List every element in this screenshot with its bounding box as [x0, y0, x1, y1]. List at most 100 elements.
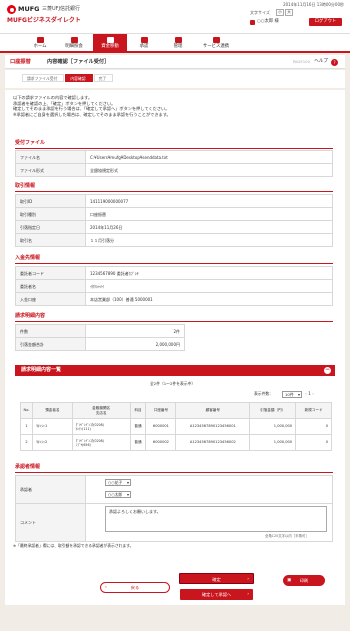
logo-text: MUFG [18, 5, 40, 13]
row-label: ファイル名 [15, 150, 86, 164]
nav-label: サービス連携 [202, 44, 230, 49]
section-title-receipt: 受付ファイル [15, 140, 46, 146]
approver-select-2[interactable]: ○○太郎 [105, 491, 131, 498]
section-title-trade: 取引情報 [15, 183, 36, 189]
row-label: 取引ID [15, 194, 86, 208]
row-label: 引落指定日 [15, 220, 86, 234]
row-label: 委託者コード [15, 266, 86, 280]
cell-code: 0 [295, 418, 332, 435]
divider [15, 148, 333, 149]
confirm-approve-button[interactable]: 確定して承認へ › [180, 589, 253, 600]
col-header: 顧客番号 [175, 402, 251, 419]
font-large-button[interactable]: 大 [285, 9, 293, 16]
service-name: MUFGビジネスダイレクト [7, 17, 81, 24]
approver-note: ※「最終承認者」欄には、取引額を承認できる承認者が表示されます。 [13, 543, 134, 548]
collapse-icon[interactable]: − [324, 367, 331, 374]
nav-label: 明細照会 [65, 44, 83, 49]
step-3: 完了 [93, 74, 114, 82]
row-value: 141119000000077 [85, 194, 333, 208]
back-button[interactable]: ‹ 戻る [100, 582, 170, 593]
font-small-button[interactable]: 小 [276, 9, 284, 16]
intro-line: ※承認者にご自身を選択した場合は、確定してそのまま承認を行うことができます。 [13, 111, 171, 117]
confirm-button[interactable]: 確定 › [179, 573, 254, 584]
bank-name: 三菱UFJ信託銀行 [42, 6, 81, 12]
cell-name: ﾖｷﾝｼｬ1 [31, 418, 73, 435]
step-1: 請求ファイル受付 [22, 74, 65, 82]
nav-service-link[interactable]: サービス連携 [196, 34, 236, 52]
approver-select-1[interactable]: ○○花子 [105, 479, 131, 486]
print-button[interactable]: ▣ 印刷 [283, 575, 325, 586]
footer [0, 608, 350, 631]
list-header: 請求明細内容一覧 − [15, 365, 335, 376]
intro-text: 以下の請求ファイルの内容で確認します。 承認者を確認の上、「確定」ボタンを押して… [13, 95, 333, 117]
col-header: No. [20, 402, 33, 419]
row-value: 1234567890 委託者ｶﾌﾞｼｷ [85, 266, 333, 280]
row-label: 件数 [15, 324, 86, 338]
document-icon [70, 37, 78, 43]
row-label: 取引名 [15, 233, 86, 247]
summary-table: 件数 2件 引落金額合計 2,000,000円 [15, 324, 185, 351]
nav-admin[interactable]: 管理 [162, 34, 194, 52]
row-value: 全銀協規定形式 [85, 163, 333, 177]
gear-icon [174, 37, 182, 43]
printer-icon: ▣ [287, 578, 292, 583]
col-header: 口座番号 [145, 402, 177, 419]
per-page-label: 表示件数： [254, 391, 273, 396]
cell-no: 1 [20, 418, 33, 435]
row-label: 取引種別 [15, 207, 86, 221]
yen-icon [106, 37, 114, 43]
nav-approval[interactable]: 承認 [128, 34, 160, 52]
page-category: 口座振替 [10, 59, 31, 65]
step-indicator: 請求ファイル受付 内容確認 完了 [22, 74, 114, 82]
nav-home[interactable]: ホーム [24, 34, 56, 52]
nav-label: 承認 [139, 44, 149, 49]
stamp-icon [140, 37, 148, 43]
nav-label: 資金移動 [101, 44, 119, 49]
back-label: 戻る [130, 585, 140, 590]
row-value: C:¥Users¥mufg¥Desktop¥senddata.txt [85, 150, 333, 164]
help-link[interactable]: ヘルプ [314, 59, 328, 65]
col-header: 預金者名 [31, 402, 73, 419]
current-page: 1 [308, 391, 311, 396]
cell-code: 0 [295, 434, 332, 451]
nav-transfer[interactable]: 資金移動 [93, 34, 127, 52]
prev-page-button[interactable]: ‹ [305, 392, 307, 397]
divider [15, 191, 333, 192]
next-page-button[interactable]: › [312, 392, 314, 397]
row-label: 引落金額合計 [15, 337, 86, 351]
header: MUFG 三菱UFJ信託銀行 MUFGビジネスダイレクト 2014年11月16日… [0, 0, 350, 33]
page-code: PAGE100 [292, 59, 310, 64]
divider [15, 472, 333, 473]
per-page-select[interactable]: 10件 [282, 391, 302, 398]
detail-table: No. 預金者名 金融機関名 支店名 科目 口座番号 顧客番号 引落金額（円） … [20, 402, 332, 451]
nav-statements[interactable]: 明細照会 [58, 34, 90, 52]
row-value: ｲﾀｸｼｬﾒｲ [85, 279, 333, 293]
col-header: 新規コード [295, 402, 332, 419]
col-header: 科目 [129, 402, 147, 419]
cell-no: 2 [20, 434, 33, 451]
row-value: １１月引落分 [85, 233, 333, 247]
divider [15, 321, 333, 322]
cell-type: 普通 [129, 418, 147, 435]
page-title: 内容確認［ファイル受付］ [47, 59, 110, 65]
row-value: 口座振替 [85, 207, 333, 221]
cell-bank: ｸﾞﾂﾍﾟﾝｷﾞﾝｺｳ(0208) ｼﾌﾞﾔ(656) [71, 434, 131, 451]
confirm-label: 確定 [212, 577, 221, 582]
logout-button[interactable]: ログアウト [309, 18, 342, 26]
col-header: 金融機関名 支店名 [71, 402, 131, 419]
cell-amount: 1,000,000 [249, 418, 297, 435]
help-icon[interactable]: ? [331, 59, 338, 66]
mufg-logo-icon [7, 5, 16, 14]
comment-textarea[interactable]: 承認よろしくお願いします。 [105, 506, 327, 532]
divider [15, 263, 333, 264]
nav-label: 管理 [173, 44, 183, 49]
section-title-summary: 請求明細内容 [15, 313, 46, 319]
list-title: 請求明細内容一覧 [21, 367, 62, 373]
row-value: 本店営業部（100）普通 5000001 [85, 292, 333, 306]
cell-acct: 6000001 [145, 418, 177, 435]
cell-name: ﾖｷﾝｼｬ2 [31, 434, 73, 451]
print-label: 印刷 [299, 578, 309, 583]
cell-acct: 6000002 [145, 434, 177, 451]
section-title-payee: 入金先情報 [15, 255, 41, 261]
comment-limit: 全角120文字以内［半角可］ [265, 534, 309, 538]
